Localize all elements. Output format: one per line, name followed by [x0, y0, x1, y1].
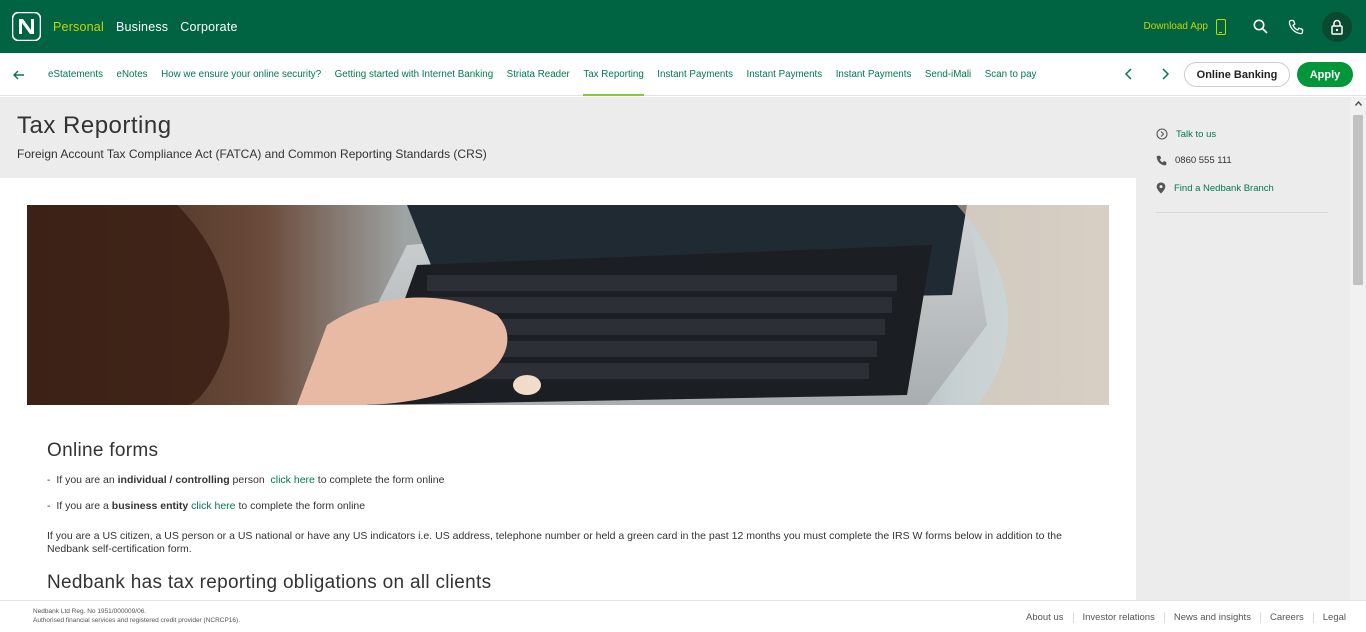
bullet-marker: - — [47, 500, 51, 512]
section-heading-tax-obligations: Nedbank has tax reporting obligations on… — [47, 572, 492, 593]
bullet-business-suffix: to complete the form online — [235, 500, 366, 512]
bullet-business-bold: business entity — [111, 500, 189, 512]
bullet-individual-suffix: to complete the form online — [314, 474, 445, 486]
subnav-items: eStatements eNotes How we ensure your on… — [48, 53, 1036, 96]
call-icon[interactable] — [1286, 17, 1306, 37]
back-arrow-icon[interactable] — [11, 67, 27, 83]
main-content: Online forms - If you are an individual … — [47, 440, 1107, 594]
subnav-item-instant-payments[interactable]: Instant Payments — [657, 53, 733, 96]
chevron-right-icon[interactable] — [1158, 67, 1172, 81]
segment-corporate[interactable]: Corporate — [180, 20, 237, 34]
find-branch-label: Find a Nedbank Branch — [1174, 182, 1274, 194]
segment-nav: Personal Business Corporate — [53, 0, 238, 53]
bullet-individual-bold: individual / controlling — [117, 474, 230, 486]
login-lock-icon[interactable] — [1322, 11, 1352, 42]
phone-number[interactable]: 0860 555 111 — [1156, 155, 1232, 166]
bullet-individual: - If you are an individual / controlling… — [47, 474, 1107, 486]
subnav-item-enotes[interactable]: eNotes — [117, 53, 148, 96]
search-icon[interactable] — [1250, 17, 1270, 37]
apply-button[interactable]: Apply — [1297, 62, 1353, 87]
subnav-item-estatements[interactable]: eStatements — [48, 53, 103, 96]
download-app-link[interactable]: Download App — [1144, 21, 1209, 32]
segment-personal[interactable]: Personal — [53, 20, 104, 34]
top-header: Personal Business Corporate Download App — [0, 0, 1366, 53]
subnav-item-scan-to-pay[interactable]: Scan to pay — [985, 53, 1037, 96]
bullet-individual-prefix: If you are an — [56, 474, 118, 486]
footer-link-careers[interactable]: Careers — [1261, 611, 1314, 623]
sidebar-divider — [1156, 212, 1328, 213]
subnav-item-instant-payments[interactable]: Instant Payments — [746, 53, 822, 96]
legal-reg-line: Nedbank Ltd Reg. No 1951/000009/06. — [33, 608, 147, 615]
subnav-item-instant-payments[interactable]: Instant Payments — [836, 53, 912, 96]
scroll-thumb[interactable] — [1353, 115, 1363, 285]
subnav-item-striata-reader[interactable]: Striata Reader — [507, 53, 570, 96]
business-click-here-link[interactable]: click here — [191, 500, 235, 512]
page-header: Tax Reporting Foreign Account Tax Compli… — [0, 97, 1136, 178]
page-scrollbar[interactable] — [1350, 97, 1366, 600]
footer-link-news[interactable]: News and insights — [1165, 611, 1261, 623]
legal-text: Nedbank Ltd Reg. No 1951/000009/06. Auth… — [33, 607, 240, 625]
hero-laptop-image — [27, 205, 1109, 405]
page-subtitle: Foreign Account Tax Compliance Act (FATC… — [17, 147, 487, 161]
bullet-business-prefix: If you are a — [56, 500, 112, 512]
find-branch-link[interactable]: Find a Nedbank Branch — [1156, 182, 1274, 194]
footer: Nedbank Ltd Reg. No 1951/000009/06. Auth… — [0, 600, 1366, 632]
nedbank-logo[interactable] — [11, 11, 42, 42]
footer-links: About us Investor relations News and ins… — [1017, 601, 1346, 632]
bullet-marker: - — [47, 474, 51, 486]
contact-sidebar: Talk to us 0860 555 111 Find a Nedbank B… — [1136, 97, 1350, 600]
footer-link-legal[interactable]: Legal — [1314, 612, 1346, 623]
section-heading-online-forms: Online forms — [47, 440, 159, 461]
us-indicators-paragraph: If you are a US citizen, a US person or … — [47, 530, 1062, 555]
subnav-item-internet-banking[interactable]: Getting started with Internet Banking — [335, 53, 493, 96]
phone-icon — [1156, 155, 1167, 166]
phone-number-label: 0860 555 111 — [1175, 155, 1232, 166]
talk-to-us-label: Talk to us — [1176, 128, 1217, 140]
segment-business[interactable]: Business — [116, 20, 168, 34]
chevron-left-icon[interactable] — [1122, 67, 1136, 81]
footer-link-investor-relations[interactable]: Investor relations — [1074, 611, 1165, 623]
individual-click-here-link[interactable]: click here — [271, 474, 315, 486]
location-pin-icon — [1156, 182, 1166, 194]
mobile-phone-icon[interactable] — [1216, 18, 1226, 35]
bullet-individual-mid: person — [229, 474, 268, 486]
scroll-up-arrow-icon[interactable] — [1350, 99, 1366, 111]
chat-icon — [1156, 128, 1168, 140]
bullet-business: - If you are a business entity click her… — [47, 500, 1107, 512]
talk-to-us-link[interactable]: Talk to us — [1156, 128, 1216, 140]
subnav-item-tax-reporting[interactable]: Tax Reporting — [583, 53, 645, 96]
subnav-item-online-security[interactable]: How we ensure your online security? — [161, 53, 321, 96]
legal-credit-line: Authorised financial services and regist… — [33, 617, 241, 624]
subnav-item-send-imali[interactable]: Send-iMali — [925, 53, 971, 96]
secondary-nav: eStatements eNotes How we ensure your on… — [0, 53, 1366, 96]
online-banking-button[interactable]: Online Banking — [1184, 62, 1290, 87]
page-title: Tax Reporting — [17, 112, 172, 139]
footer-link-about-us[interactable]: About us — [1017, 611, 1074, 623]
header-actions: Download App — [1144, 0, 1352, 53]
